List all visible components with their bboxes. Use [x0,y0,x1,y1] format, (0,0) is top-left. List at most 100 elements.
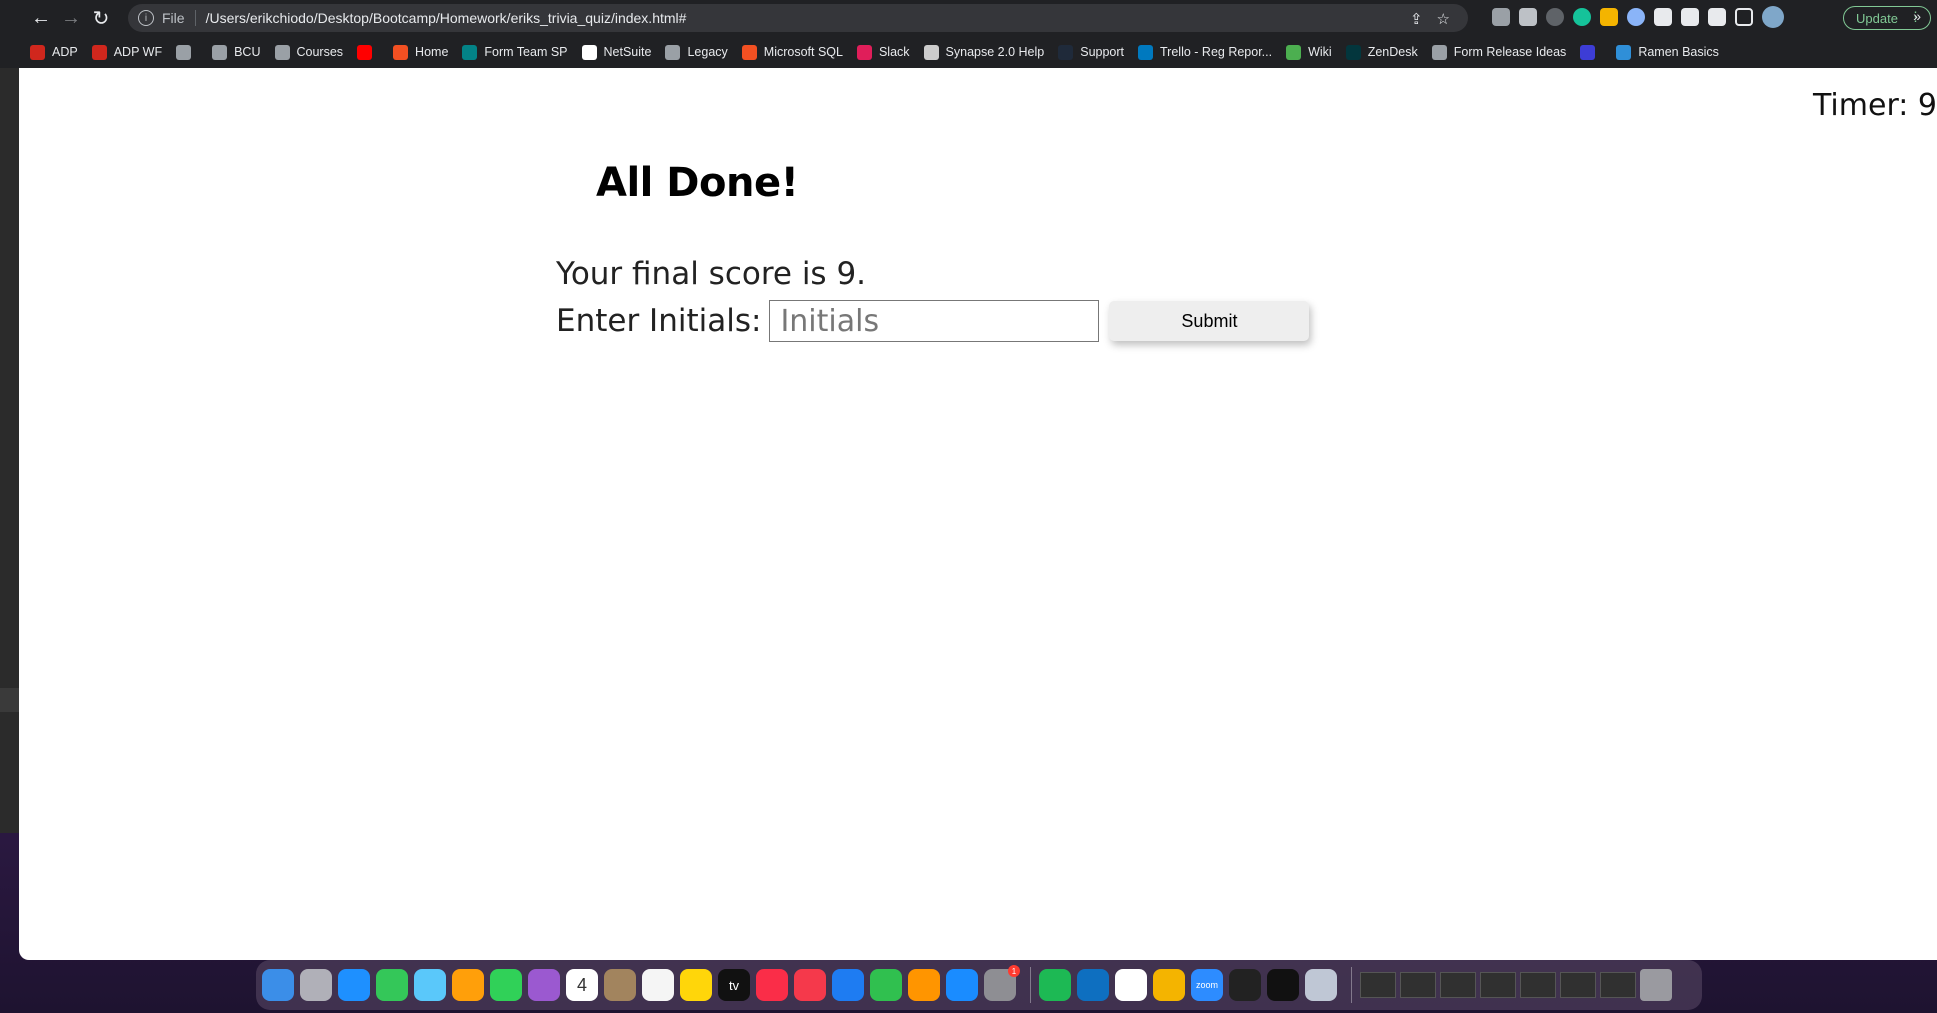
bookmark-item[interactable]: BCU [212,44,261,60]
bookmark-item[interactable]: ZenDesk [1345,44,1418,60]
bookmark-item[interactable]: Slack [856,44,910,60]
safari-icon[interactable] [338,969,370,1001]
extension-icon[interactable] [1600,8,1618,26]
launchpad-icon[interactable] [300,969,332,1001]
bookmark-favicon-icon [581,44,597,60]
bookmark-item[interactable]: Ramen Basics [1616,44,1719,60]
bookmark-star-icon[interactable]: ☆ [1437,10,1450,28]
numbers-icon[interactable] [870,969,902,1001]
minimized-window-thumbnail[interactable] [1520,972,1556,998]
background-window-segment [0,688,19,712]
labs-flask-icon[interactable] [1708,8,1726,26]
minimized-window-thumbnail[interactable] [1360,972,1396,998]
info-icon[interactable]: i [138,10,154,26]
calendar-icon[interactable]: 4 [566,969,598,1001]
bookmark-item[interactable]: NetSuite [581,44,652,60]
extension-icon[interactable] [1519,8,1537,26]
extension-icon[interactable] [1654,8,1672,26]
bookmark-favicon-icon [1058,44,1074,60]
address-bar[interactable]: i File /Users/erikchiodo/Desktop/Bootcam… [128,4,1468,32]
extension-icon[interactable] [1492,8,1510,26]
submit-button[interactable]: Submit [1109,301,1310,341]
bookmark-item[interactable]: Wiki [1286,44,1332,60]
dock-divider [1030,967,1031,1003]
bookmark-item[interactable]: Support [1058,44,1124,60]
zoom-icon[interactable]: zoom [1191,969,1223,1001]
minimized-window-thumbnail[interactable] [1560,972,1596,998]
contacts-icon[interactable] [604,969,636,1001]
reload-button[interactable]: ↻ [86,3,116,33]
bookmark-label: Form Team SP [484,45,568,59]
update-label: Update [1856,10,1898,26]
minimized-window-thumbnail[interactable] [1480,972,1516,998]
dock-divider [1351,967,1352,1003]
bookmark-favicon-icon [462,44,478,60]
tv-icon[interactable]: tv [718,969,750,1001]
extensions-bar [1492,6,1784,28]
extensions-puzzle-icon[interactable] [1681,8,1699,26]
minimized-window-thumbnail[interactable] [1440,972,1476,998]
url-text[interactable]: /Users/erikchiodo/Desktop/Bootcamp/Homew… [206,10,687,26]
bookmark-item[interactable] [357,44,379,60]
grammarly-icon[interactable] [1573,8,1591,26]
back-button[interactable]: ← [26,3,56,33]
finder-icon[interactable] [262,969,294,1001]
bookmark-label: Courses [296,45,344,59]
bookmark-item[interactable]: Legacy [665,44,728,60]
bookmark-item[interactable]: ADP WF [91,44,162,60]
forward-button[interactable]: → [56,3,86,33]
maps-icon[interactable] [414,969,446,1001]
bookmark-item[interactable]: Synapse 2.0 Help [923,44,1045,60]
initials-input[interactable] [769,300,1100,342]
bookmark-item[interactable] [176,44,198,60]
profile-avatar[interactable] [1762,6,1784,28]
bookmark-favicon-icon [30,44,45,60]
bookmark-item[interactable]: Form Team SP [462,44,568,60]
extension-icon[interactable] [1627,8,1645,26]
podcasts-icon[interactable] [528,969,560,1001]
bookmark-item[interactable]: Home [393,44,448,60]
pages-icon[interactable] [908,969,940,1001]
vscode-icon[interactable] [1077,969,1109,1001]
preview-icon[interactable] [1305,969,1337,1001]
keynote-icon[interactable] [832,969,864,1001]
extension-icon[interactable] [1546,8,1564,26]
system-preferences-icon[interactable]: 1 [984,965,1020,1001]
minimized-window-thumbnail[interactable] [1600,972,1636,998]
bookmark-item[interactable] [1580,44,1602,60]
music-icon[interactable] [756,969,788,1001]
bookmark-label: Legacy [687,45,728,59]
bookmark-item[interactable]: Courses [274,44,344,60]
bookmarks-overflow-icon[interactable]: » [1913,8,1921,24]
reminders-icon[interactable] [642,969,674,1001]
bookmark-item[interactable]: Trello - Reg Repor... [1138,44,1272,60]
notification-badge: 1 [1008,965,1020,977]
page-title: All Done! [596,160,799,206]
side-panel-icon[interactable] [1735,8,1753,26]
terminal-icon[interactable] [1267,969,1299,1001]
facetime-icon[interactable] [490,969,522,1001]
bookmark-item[interactable]: Form Release Ideas [1431,44,1567,60]
chrome-icon[interactable] [1153,969,1185,1001]
share-icon[interactable]: ⇪ [1410,10,1423,28]
bookmark-favicon-icon [357,44,373,60]
photos-icon[interactable] [452,969,484,1001]
bookmark-favicon-icon [91,44,107,60]
bookmark-label: NetSuite [603,45,652,59]
bookmark-favicon-icon [212,44,228,60]
slack-icon[interactable] [1115,969,1147,1001]
notes-icon[interactable] [680,969,712,1001]
bookmark-favicon-icon [923,44,939,60]
messages-icon[interactable] [376,969,408,1001]
bookmark-label: Form Release Ideas [1453,45,1567,59]
app-store-icon[interactable] [946,969,978,1001]
spotify-icon[interactable] [1039,969,1071,1001]
bookmark-favicon-icon [856,44,872,60]
bookmark-item[interactable]: ADP [30,44,78,60]
bookmark-label: Synapse 2.0 Help [945,45,1045,59]
news-icon[interactable] [794,969,826,1001]
activity-monitor-icon[interactable] [1229,969,1261,1001]
minimized-window-thumbnail[interactable] [1400,972,1436,998]
bookmark-item[interactable]: Microsoft SQL [741,44,843,60]
trash-icon[interactable] [1640,969,1672,1001]
